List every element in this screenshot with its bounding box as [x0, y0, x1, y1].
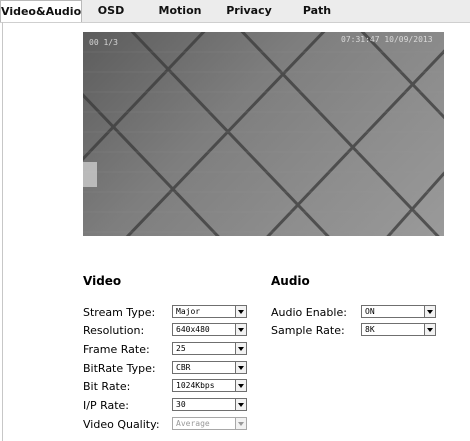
osd-timestamp: 07:31:47 10/09/2013 [341, 35, 433, 44]
tab-motion[interactable]: Motion [150, 0, 210, 22]
video-preview: 00 1/3 07:31:47 10/09/2013 [83, 32, 444, 236]
bitrate-type-label: BitRate Type: [83, 362, 156, 375]
bit-rate-label: Bit Rate: [83, 380, 131, 393]
chevron-down-icon[interactable] [235, 343, 246, 354]
chevron-down-icon[interactable] [235, 380, 246, 391]
stream-type-label: Stream Type: [83, 306, 156, 319]
tab-path[interactable]: Path [290, 0, 344, 22]
chevron-down-icon [235, 418, 246, 429]
resolution-select[interactable]: 640x480 [172, 323, 247, 336]
frame-rate-select[interactable]: 25 [172, 342, 247, 355]
left-border [2, 22, 3, 441]
sample-rate-label: Sample Rate: [271, 324, 345, 337]
ceiling-tile-grid [83, 32, 444, 236]
audio-section-title: Audio [271, 274, 310, 288]
video-quality-label: Video Quality: [83, 418, 160, 431]
tab-video-audio[interactable]: Video&Audio [0, 0, 82, 22]
sample-rate-select[interactable]: 8K [361, 323, 436, 336]
audio-enable-select[interactable]: ON [361, 305, 436, 318]
video-quality-select: Average [172, 417, 247, 430]
tab-osd[interactable]: OSD [86, 0, 136, 22]
chevron-down-icon[interactable] [235, 399, 246, 410]
chevron-down-icon[interactable] [235, 362, 246, 373]
chevron-down-icon[interactable] [235, 324, 246, 335]
frame-rate-label: Frame Rate: [83, 343, 150, 356]
chevron-down-icon[interactable] [235, 306, 246, 317]
osd-channel-label: 00 1/3 [89, 38, 118, 47]
chevron-down-icon[interactable] [424, 306, 435, 317]
stream-type-select[interactable]: Major [172, 305, 247, 318]
video-section-title: Video [83, 274, 122, 288]
chevron-down-icon[interactable] [424, 324, 435, 335]
bit-rate-select[interactable]: 1024Kbps [172, 379, 247, 392]
ip-rate-label: I/P Rate: [83, 399, 130, 412]
tab-privacy[interactable]: Privacy [220, 0, 278, 22]
audio-enable-label: Audio Enable: [271, 306, 347, 319]
bitrate-type-select[interactable]: CBR [172, 361, 247, 374]
ip-rate-select[interactable]: 30 [172, 398, 247, 411]
resolution-label: Resolution: [83, 324, 145, 337]
tab-bar: Video&Audio OSD Motion Privacy Path [0, 0, 470, 23]
